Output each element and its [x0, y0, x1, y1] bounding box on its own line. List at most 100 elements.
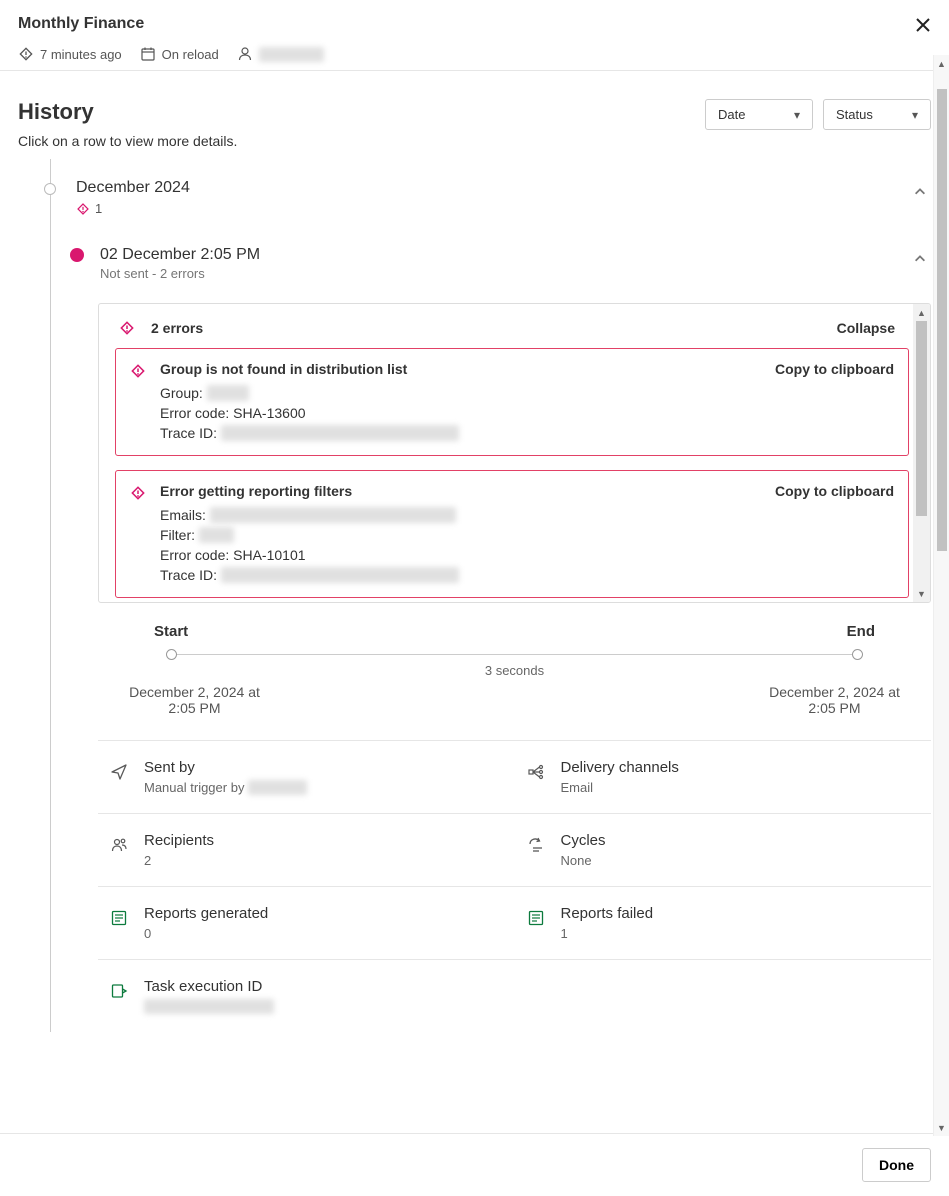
scroll-up-icon[interactable]: ▲ [913, 304, 930, 321]
calendar-icon [140, 46, 156, 62]
timeline-start-time: 2:05 PM [112, 700, 277, 716]
dialog-footer: Done [0, 1133, 949, 1196]
diamond-warning-icon [76, 202, 90, 216]
info-cycles-title: Cycles [561, 832, 606, 849]
people-icon [110, 836, 128, 854]
info-delivery-value: Email [561, 780, 679, 795]
dialog-content: History Click on a row to view more deta… [0, 71, 949, 1133]
collapse-month-button[interactable] [909, 179, 931, 205]
scroll-thumb[interactable] [937, 89, 947, 551]
error-emails-value: xxxxxxxxxxxxxxxxxx, xxxxxxxxxxxxxxxx [210, 507, 456, 523]
error-group-label: Group: [160, 385, 203, 401]
report-failed-icon [527, 909, 545, 927]
filter-status-dropdown[interactable]: Status ▾ [823, 99, 931, 130]
report-success-icon [110, 909, 128, 927]
diamond-warning-icon [119, 320, 135, 336]
info-reports-failed-title: Reports failed [561, 905, 654, 922]
filter-date-dropdown[interactable]: Date ▾ [705, 99, 813, 130]
timeline-duration: 3 seconds [108, 663, 921, 678]
error-trace-value: xxxxxxxxxxxxxxxxxxxxxxxxxxxxxxxxxx [221, 567, 459, 583]
error-filter-value: xxxxx [199, 527, 234, 543]
scroll-down-icon[interactable]: ▼ [913, 585, 930, 602]
schedule-text: On reload [162, 47, 219, 62]
info-recipients-title: Recipients [144, 832, 214, 849]
timeline-start-label: Start [154, 623, 188, 640]
error-trace-label: Trace ID: [160, 425, 217, 441]
info-reports-failed: Reports failed 1 [515, 887, 932, 959]
execution-info-grid: Sent by Manual trigger by xxxxxxxxx [98, 740, 931, 1032]
error-trace-label: Trace ID: [160, 567, 217, 583]
timeline-end-label: End [847, 623, 875, 640]
chevron-up-icon [913, 252, 927, 266]
close-button[interactable] [915, 14, 931, 34]
error-emails-label: Emails: [160, 507, 206, 523]
history-heading: History [18, 99, 237, 125]
task-id-icon [110, 982, 128, 1000]
error-code-label: Error code: [160, 547, 229, 563]
scroll-up-icon[interactable]: ▲ [934, 55, 949, 72]
history-month-row[interactable]: December 2024 1 [50, 179, 931, 216]
done-button[interactable]: Done [862, 1148, 931, 1182]
filter-date-label: Date [718, 107, 745, 122]
dialog-header: Monthly Finance 7 minutes ago On reload … [0, 0, 949, 71]
errors-heading: 2 errors [151, 320, 203, 336]
chevron-down-icon: ▾ [912, 108, 918, 122]
info-sent-by-prefix: Manual trigger by [144, 780, 248, 795]
error-item: Error getting reporting filters Copy to … [115, 470, 909, 598]
history-event-row[interactable]: 02 December 2:05 PM Not sent - 2 errors [50, 246, 931, 281]
diamond-warning-icon [18, 46, 34, 62]
outer-scrollbar[interactable]: ▲ ▼ [933, 55, 949, 1136]
last-run-text: 7 minutes ago [40, 47, 122, 62]
info-delivery-channels: Delivery channels Email [515, 741, 932, 813]
error-code-label: Error code: [160, 405, 229, 421]
collapse-event-button[interactable] [909, 246, 931, 272]
error-code-value: SHA-10101 [233, 547, 305, 563]
error-trace-value: xxxxxxxxxxxxxxxxxxxxxxxxxxxxxxxxxx [221, 425, 459, 441]
info-sent-by-value: xxxxxxxxx [248, 780, 307, 795]
history-subheading: Click on a row to view more details. [18, 133, 237, 149]
schedule-indicator: On reload [140, 46, 219, 62]
last-run-indicator: 7 minutes ago [18, 46, 122, 62]
info-reports-generated: Reports generated 0 [98, 887, 515, 959]
error-title: Group is not found in distribution list [160, 361, 761, 377]
info-task-execution-id: Task execution ID xxxxxxxxxxxxxxxxxxxx [98, 960, 515, 1032]
error-item: Group is not found in distribution list … [115, 348, 909, 456]
errors-scrollbar[interactable]: ▲ ▼ [913, 304, 930, 602]
error-title: Error getting reporting filters [160, 483, 761, 499]
timeline-start-date: December 2, 2024 at [112, 684, 277, 700]
info-delivery-title: Delivery channels [561, 759, 679, 776]
error-filter-label: Filter: [160, 527, 195, 543]
history-month-count: 1 [95, 201, 102, 216]
timeline-end-date: December 2, 2024 at [752, 684, 917, 700]
owner-indicator: xxxxxxxxxx [237, 46, 324, 62]
diamond-warning-icon [130, 363, 146, 379]
timeline-end-dot [852, 649, 863, 660]
errors-collapse-button[interactable]: Collapse [837, 320, 905, 336]
timeline-start-dot [166, 649, 177, 660]
error-group-value: xxxxxx [207, 385, 249, 401]
dialog-title: Monthly Finance [18, 15, 144, 33]
owner-redacted: xxxxxxxxxx [259, 47, 324, 62]
history-event-subtitle: Not sent - 2 errors [100, 266, 260, 281]
info-reports-gen-value: 0 [144, 926, 268, 941]
info-sent-by-title: Sent by [144, 759, 307, 776]
error-code-value: SHA-13600 [233, 405, 305, 421]
timeline-dot-open [44, 183, 56, 195]
diamond-warning-icon [130, 485, 146, 501]
chevron-up-icon [913, 185, 927, 199]
info-reports-gen-title: Reports generated [144, 905, 268, 922]
copy-to-clipboard-button[interactable]: Copy to clipboard [775, 361, 894, 377]
info-cycles: Cycles None [515, 814, 932, 886]
info-recipients: Recipients 2 [98, 814, 515, 886]
close-icon [915, 17, 931, 33]
scroll-thumb[interactable] [916, 321, 927, 516]
scroll-down-icon[interactable]: ▼ [934, 1119, 949, 1136]
copy-to-clipboard-button[interactable]: Copy to clipboard [775, 483, 894, 499]
send-icon [110, 763, 128, 781]
history-event-title: 02 December 2:05 PM [100, 246, 260, 264]
errors-panel: 2 errors Collapse Group is not found in … [98, 303, 931, 603]
timeline-end-time: 2:05 PM [752, 700, 917, 716]
filter-status-label: Status [836, 107, 873, 122]
channels-icon [527, 763, 545, 781]
history-month-label: December 2024 [76, 179, 190, 197]
